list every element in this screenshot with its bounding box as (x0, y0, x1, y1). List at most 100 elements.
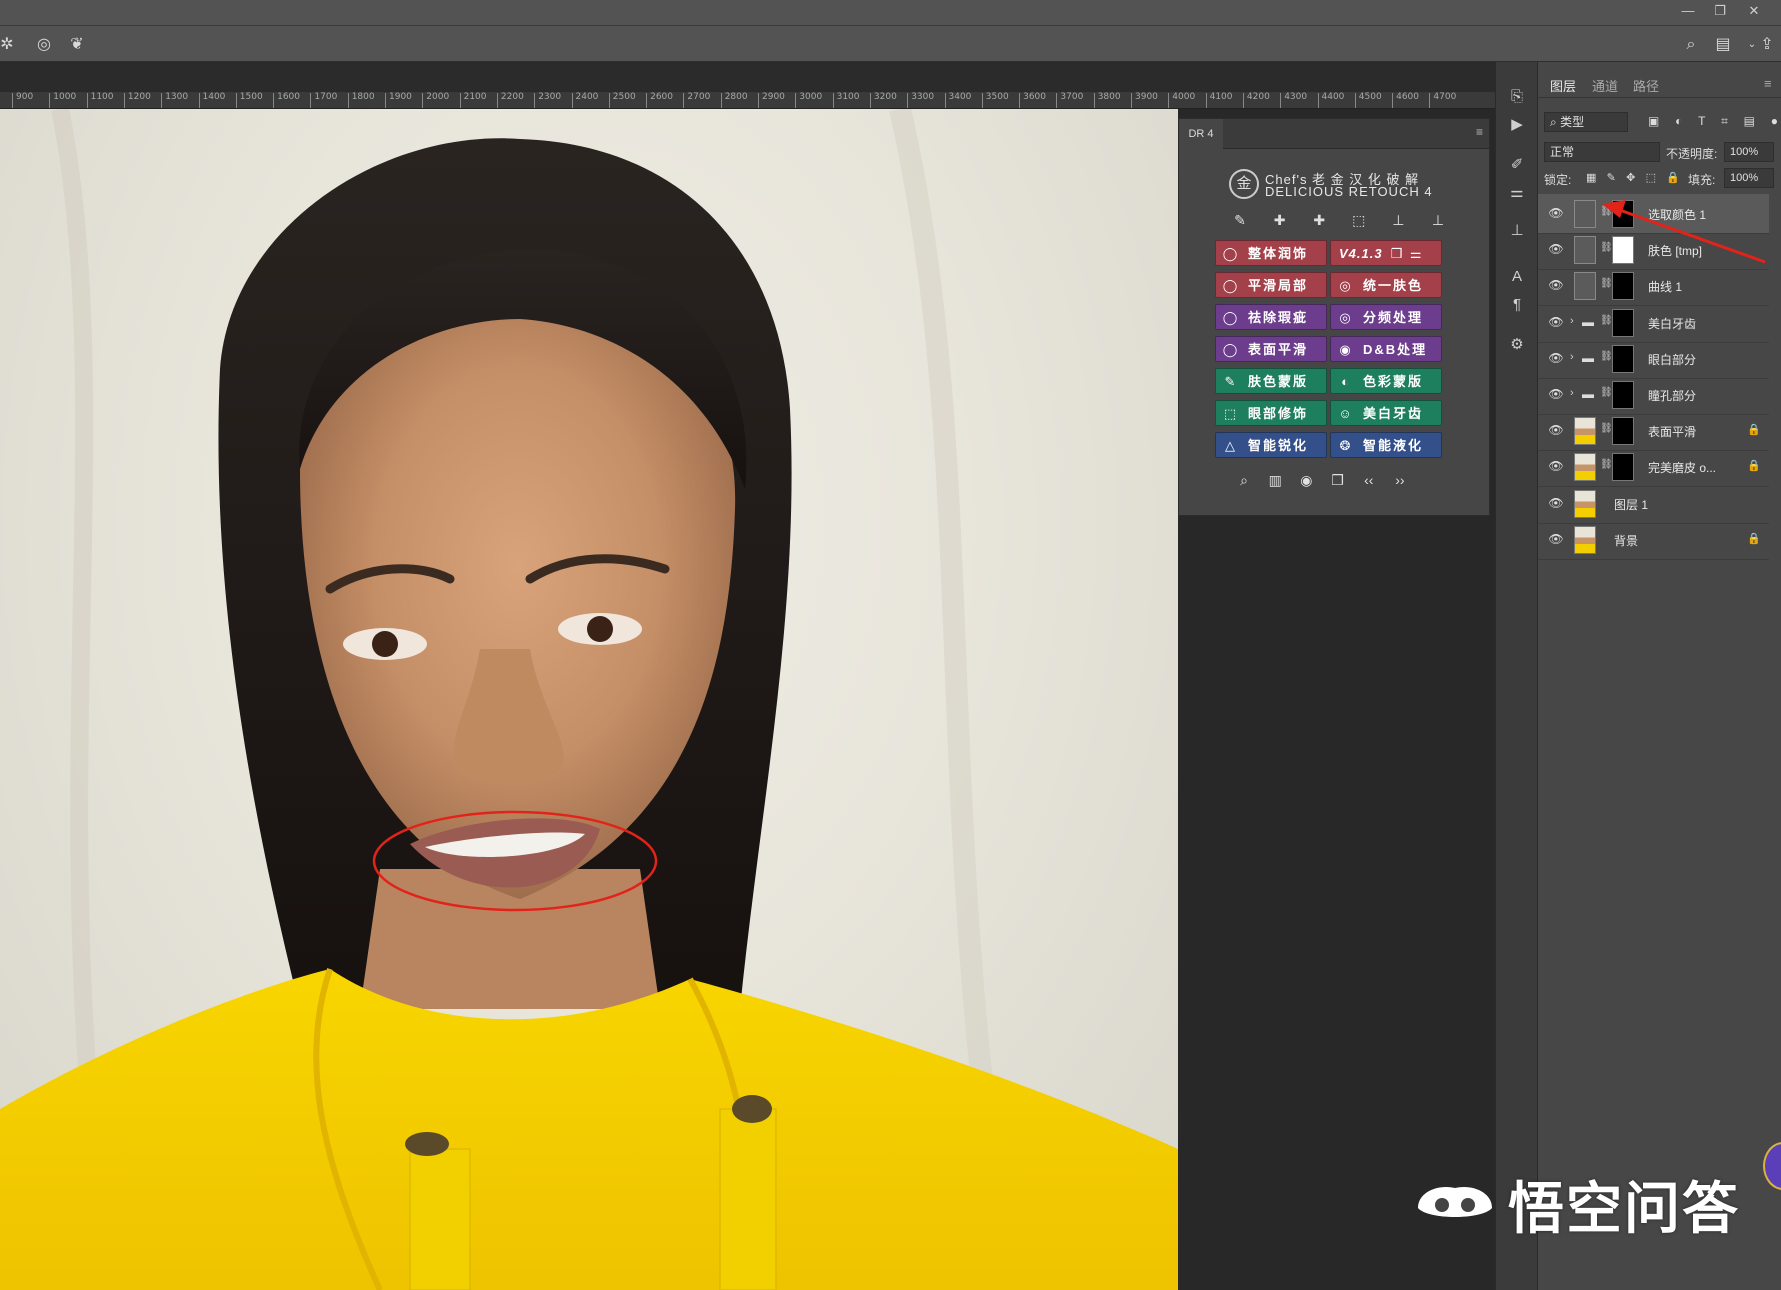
visibility-eye-icon[interactable]: 👁 (1548, 278, 1564, 292)
brush-settings-icon[interactable]: ✐ (1506, 154, 1528, 176)
restore-icon[interactable]: ❐ (1706, 2, 1734, 20)
ruler-tick: 4400 (1317, 93, 1344, 108)
ruler-tick: 3400 (944, 93, 971, 108)
dr4-button-2[interactable]: ◯ 平滑局部 (1215, 272, 1327, 298)
dr4-button-label: 智能锐化 (1248, 438, 1309, 453)
history-icon[interactable]: ⎘ (1506, 86, 1528, 108)
snapshot-icon[interactable]: ◉ (1295, 469, 1317, 491)
layer-mask-thumbnail[interactable] (1612, 417, 1634, 446)
visibility-eye-icon[interactable]: 👁 (1548, 423, 1564, 437)
layer-mask-thumbnail[interactable] (1612, 453, 1634, 482)
dr4-button-10[interactable]: ⬚ 眼部修饰 (1215, 400, 1327, 426)
layer-mask-thumbnail[interactable] (1612, 344, 1634, 373)
dr4-button-3[interactable]: ◎ 统一肤色 (1330, 272, 1442, 298)
nav-right-icon[interactable]: ›› (1389, 469, 1411, 491)
dr4-button-4[interactable]: ◯ 祛除瑕疵 (1215, 304, 1327, 330)
minimize-icon[interactable]: — (1674, 2, 1702, 20)
stamp-x-icon[interactable]: ⊥ (1427, 209, 1449, 231)
visibility-eye-icon[interactable]: 👁 (1548, 459, 1564, 473)
adjustment-thumb-icon (1574, 272, 1596, 301)
layer-row[interactable]: 👁 ⛓ 完美磨皮 o... 🔒 (1538, 447, 1769, 488)
dr4-button-9[interactable]: ◐ 色彩蒙版 (1330, 368, 1442, 394)
visibility-eye-icon[interactable]: 👁 (1548, 206, 1564, 220)
dr4-button-8[interactable]: ✎ 肤色蒙版 (1215, 368, 1327, 394)
character-icon[interactable]: A (1506, 266, 1528, 288)
layer-mask-thumbnail[interactable] (1612, 272, 1634, 301)
bandage-alt-icon[interactable]: ✚ (1308, 209, 1330, 231)
dr4-button-11[interactable]: ☺ 美白牙齿 (1330, 400, 1442, 426)
layer-thumbnail (1574, 489, 1596, 518)
link-chain-icon: ⛓ (1600, 459, 1613, 471)
brush-target-icon[interactable]: ◎ (33, 34, 55, 56)
visibility-eye-icon[interactable]: 👁 (1548, 315, 1564, 329)
dr4-button-13[interactable]: ❂ 智能液化 (1330, 432, 1442, 458)
layer-mask-thumbnail[interactable] (1612, 308, 1634, 337)
play-action-icon[interactable]: ▶ (1506, 114, 1528, 136)
stamp-icon[interactable]: ⊥ (1387, 209, 1409, 231)
dr4-button-7[interactable]: ◉ D&B处理 (1330, 336, 1442, 362)
layer-row[interactable]: 👁 › ▬ ⛓ 眼白部分 (1538, 339, 1769, 379)
version-badge[interactable]: V4.1.3 ❒ ⚌ (1330, 240, 1442, 266)
zoom-icon[interactable]: ⌕ (1233, 469, 1255, 491)
dr4-button-icon: ◎ (1339, 278, 1353, 293)
visibility-eye-icon[interactable]: 👁 (1548, 496, 1564, 510)
smart-object-filter-icon[interactable]: ▤ (1744, 114, 1755, 136)
document-canvas[interactable] (0, 109, 1178, 1290)
panel-menu-icon[interactable]: ≡ (1476, 125, 1483, 139)
layer-row[interactable]: 👁 ⛓ 表面平滑 🔒 (1538, 411, 1769, 452)
dr4-panel: DR 4 ≡ 金 Chef's 老 金 汉 化 破 解 DELICIOUS RE… (1178, 118, 1490, 516)
butterfly-icon[interactable]: ❦ (66, 34, 88, 56)
tab-channels[interactable]: 通道 (1592, 76, 1618, 95)
pixel-filter-icon[interactable]: ▣ (1648, 114, 1659, 136)
nav-left-icon[interactable]: ‹‹ (1358, 469, 1380, 491)
layer-thumbnail (1574, 453, 1596, 482)
close-icon[interactable]: ✕ (1740, 2, 1768, 20)
layers-copy-icon[interactable]: ❒ (1327, 469, 1349, 491)
visibility-eye-icon[interactable]: 👁 (1548, 351, 1564, 365)
tab-layers[interactable]: 图层 (1550, 76, 1576, 95)
layer-row[interactable]: 👁 图层 1 (1538, 484, 1769, 524)
compare-icon[interactable]: ▥ (1264, 469, 1286, 491)
blend-mode-dropdown[interactable]: 正常 (1544, 142, 1660, 162)
panel-icon-strip: ⎘ ▶ ✐ ⚌ ⊥ A ¶ ⚙ (1495, 62, 1538, 1290)
shape-filter-icon[interactable]: ⌗ (1721, 114, 1728, 136)
filter-kind-dropdown[interactable]: ⌕ 类型 (1544, 112, 1628, 132)
layer-row[interactable]: 👁 › ▬ ⛓ 瞳孔部分 (1538, 375, 1769, 415)
fill-field[interactable]: 100% (1724, 168, 1774, 188)
chef-logo-icon: 金 (1229, 169, 1259, 199)
paragraph-icon[interactable]: ¶ (1506, 294, 1528, 316)
adjustments-icon[interactable]: ⚌ (1506, 182, 1528, 204)
search-icon[interactable]: ⌕ (1680, 34, 1702, 56)
opacity-field[interactable]: 100% (1724, 142, 1774, 162)
visibility-eye-icon[interactable]: 👁 (1548, 532, 1564, 546)
tab-paths[interactable]: 路径 (1633, 76, 1659, 95)
tab-dr4[interactable]: DR 4 (1179, 119, 1223, 149)
layer-row[interactable]: 👁 背景 🔒 (1538, 520, 1769, 560)
share-icon[interactable]: ⇪ (1756, 34, 1778, 56)
expand-chevron-icon[interactable]: › (1570, 387, 1574, 399)
layer-mask-thumbnail[interactable] (1612, 381, 1634, 409)
clone-source-icon[interactable]: ⊥ (1506, 220, 1528, 242)
adjustment-filter-icon[interactable]: ◐ (1675, 114, 1682, 136)
dr4-button-12[interactable]: △ 智能锐化 (1215, 432, 1327, 458)
lock-transparency-icon[interactable]: ▦ (1586, 171, 1596, 193)
visibility-eye-icon[interactable]: 👁 (1548, 387, 1564, 401)
type-filter-icon[interactable]: T (1698, 114, 1705, 136)
magic-brush-icon[interactable]: ✎ (1229, 209, 1251, 231)
properties-icon[interactable]: ⚙ (1506, 334, 1528, 356)
panel-menu-icon[interactable]: ≡ (1764, 76, 1772, 91)
dr4-button-5[interactable]: ◎ 分频处理 (1330, 304, 1442, 330)
workspace-icon[interactable]: ▤ (1712, 34, 1734, 56)
dr4-button-6[interactable]: ◯ 表面平滑 (1215, 336, 1327, 362)
gear-icon[interactable]: ✲ (0, 34, 18, 56)
layer-row[interactable]: 👁 › ▬ ⛓ 美白牙齿 (1538, 303, 1769, 343)
layer-row[interactable]: 👁 ⛓ 曲线 1 (1538, 266, 1769, 307)
visibility-eye-icon[interactable]: 👁 (1548, 242, 1564, 256)
dr4-button-0[interactable]: ◯ 整体润饰 (1215, 240, 1327, 266)
bandage-icon[interactable]: ✚ (1269, 209, 1291, 231)
filter-toggle-icon[interactable]: ● (1771, 114, 1778, 136)
selection-icon[interactable]: ⬚ (1348, 209, 1370, 231)
expand-chevron-icon[interactable]: › (1570, 315, 1574, 327)
ruler-tick: 3000 (795, 93, 822, 108)
expand-chevron-icon[interactable]: › (1570, 351, 1574, 363)
